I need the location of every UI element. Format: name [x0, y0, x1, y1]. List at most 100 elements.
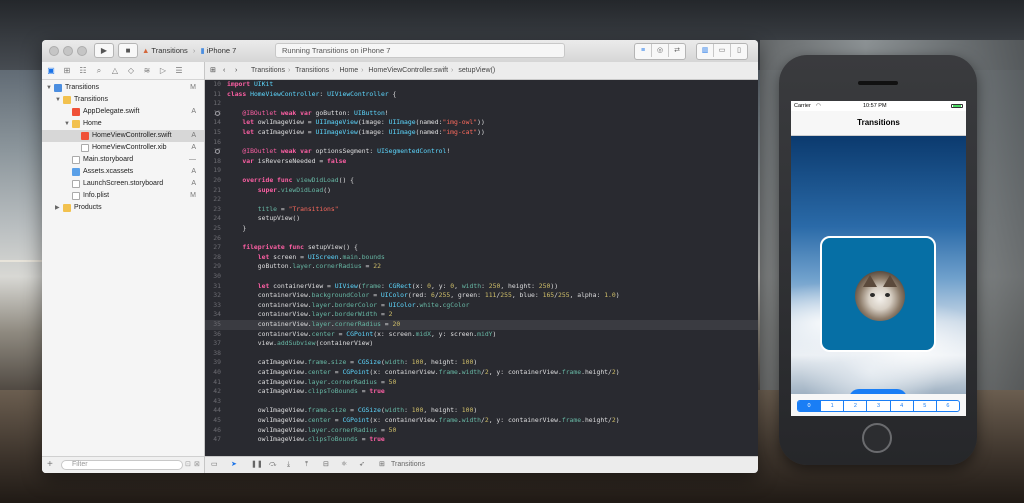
- step-over-icon[interactable]: ⤼: [269, 457, 276, 473]
- code-line[interactable]: 23 title = "Transitions": [205, 205, 758, 215]
- tree-row[interactable]: Main.storyboard —: [42, 154, 204, 166]
- code-line[interactable]: 36 containerView.center = CGPoint(x: scr…: [205, 330, 758, 340]
- code-line[interactable]: 22: [205, 195, 758, 205]
- tree-row[interactable]: ▶ Products: [42, 202, 204, 214]
- segment-6[interactable]: 6: [937, 401, 959, 411]
- breadcrumb-project[interactable]: Transitions: [251, 67, 285, 74]
- recent-files-icon[interactable]: ⊡: [185, 457, 191, 473]
- breadcrumb-folder[interactable]: Home: [339, 67, 358, 74]
- assistant-editor-icon[interactable]: ◎: [652, 44, 669, 57]
- tree-row[interactable]: ▼ Home: [42, 118, 204, 130]
- tree-row[interactable]: Assets.xcassets A: [42, 166, 204, 178]
- standard-editor-icon[interactable]: ≡: [635, 44, 652, 57]
- code-line[interactable]: 33 containerView.layer.borderColor = UIC…: [205, 301, 758, 311]
- code-line[interactable]: 16: [205, 138, 758, 148]
- minimize-window-button[interactable]: [63, 46, 73, 56]
- source-control-icon[interactable]: ⊞: [62, 66, 72, 75]
- code-line[interactable]: 37 view.addSubview(containerView): [205, 339, 758, 349]
- segment-3[interactable]: 3: [867, 401, 891, 411]
- code-line[interactable]: 19: [205, 166, 758, 176]
- segment-4[interactable]: 4: [891, 401, 914, 411]
- code-line[interactable]: 42 catImageView.clipsToBounds = true: [205, 387, 758, 397]
- step-out-icon[interactable]: ⤒: [305, 457, 308, 473]
- segment-0[interactable]: 0: [798, 401, 822, 411]
- breakpoints-toggle-icon[interactable]: ➤: [231, 457, 237, 473]
- code-line[interactable]: 26: [205, 234, 758, 244]
- forward-icon[interactable]: ›: [235, 62, 237, 79]
- code-line[interactable]: 10 import UIKit: [205, 80, 758, 90]
- debug-area-toggle-icon[interactable]: ▭: [714, 44, 731, 57]
- code-line[interactable]: 28 let screen = UIScreen.main.bounds: [205, 253, 758, 263]
- code-line[interactable]: 25 }: [205, 224, 758, 234]
- step-in-icon[interactable]: ⤓: [287, 457, 290, 473]
- code-line[interactable]: 21 super.viewDidLoad(): [205, 186, 758, 196]
- code-line[interactable]: 30: [205, 272, 758, 282]
- navigator-toggle-icon[interactable]: ▥: [697, 44, 714, 57]
- code-line[interactable]: 47 owlImageView.clipsToBounds = true: [205, 435, 758, 445]
- code-line[interactable]: 24 setupView(): [205, 214, 758, 224]
- outlet-connection-icon[interactable]: [215, 110, 220, 116]
- zoom-window-button[interactable]: [77, 46, 87, 56]
- code-line[interactable]: 12: [205, 99, 758, 109]
- view-debugger-icon[interactable]: ⊟: [323, 457, 329, 473]
- editor-mode-control[interactable]: ≡ ◎ ⇄: [634, 43, 686, 60]
- search-icon[interactable]: ⌕: [94, 66, 104, 76]
- code-line[interactable]: 20 override func viewDidLoad() {: [205, 176, 758, 186]
- tree-row[interactable]: ▼ Transitions M: [42, 82, 204, 94]
- pause-icon[interactable]: ❚❚: [251, 457, 263, 473]
- memory-graph-icon[interactable]: ⚛: [341, 457, 347, 473]
- code-line[interactable]: 18 var isReverseNeeded = false: [205, 157, 758, 167]
- disclosure-open-icon[interactable]: ▼: [64, 118, 70, 130]
- report-icon[interactable]: ☰: [174, 66, 184, 75]
- disclosure-open-icon[interactable]: ▼: [55, 94, 61, 106]
- related-items-icon[interactable]: ⊞: [210, 62, 216, 79]
- segment-5[interactable]: 5: [914, 401, 937, 411]
- breakpoint-icon[interactable]: ▷: [158, 66, 168, 75]
- tree-row[interactable]: HomeViewController.swift A: [42, 130, 204, 142]
- code-line[interactable]: 13 @IBOutlet weak var goButton: UIButton…: [205, 109, 758, 119]
- code-line[interactable]: 29 goButton.layer.cornerRadius = 22: [205, 262, 758, 272]
- tree-row[interactable]: Info.plist M: [42, 190, 204, 202]
- code-line[interactable]: 45 owlImageView.center = CGPoint(x: cont…: [205, 416, 758, 426]
- home-button[interactable]: [862, 423, 892, 453]
- tree-row[interactable]: LaunchScreen.storyboard A: [42, 178, 204, 190]
- code-line[interactable]: 34 containerView.layer.borderWidth = 2: [205, 310, 758, 320]
- code-line[interactable]: 31 let containerView = UIView(frame: CGR…: [205, 282, 758, 292]
- code-line[interactable]: 35 containerView.layer.cornerRadius = 20: [205, 320, 758, 330]
- code-line[interactable]: 40 catImageView.center = CGPoint(x: cont…: [205, 368, 758, 378]
- version-editor-icon[interactable]: ⇄: [669, 44, 685, 57]
- code-line[interactable]: 41 catImageView.layer.cornerRadius = 50: [205, 378, 758, 388]
- code-line[interactable]: 32 containerView.backgroundColor = UICol…: [205, 291, 758, 301]
- utilities-toggle-icon[interactable]: ▯: [731, 44, 747, 57]
- panel-toggle-control[interactable]: ▥ ▭ ▯: [696, 43, 748, 60]
- code-line[interactable]: 27 fileprivate func setupView() {: [205, 243, 758, 253]
- breadcrumb-group[interactable]: Transitions: [295, 67, 329, 74]
- tree-row[interactable]: HomeViewController.xib A: [42, 142, 204, 154]
- run-button[interactable]: ▶: [94, 43, 114, 58]
- symbol-icon[interactable]: ☷: [78, 66, 88, 75]
- hide-debug-icon[interactable]: ▭: [211, 457, 218, 473]
- code-line[interactable]: 38: [205, 349, 758, 359]
- code-line[interactable]: 15 let catImageView = UIImageView(image:…: [205, 128, 758, 138]
- location-icon[interactable]: ➶: [359, 457, 365, 473]
- disclosure-open-icon[interactable]: ▼: [46, 82, 52, 94]
- segment-1[interactable]: 1: [821, 401, 845, 411]
- tree-row[interactable]: AppDelegate.swift A: [42, 106, 204, 118]
- options-segment[interactable]: 0123456: [797, 400, 960, 412]
- segment-2[interactable]: 2: [844, 401, 868, 411]
- breadcrumb-symbol[interactable]: setupView(): [458, 67, 495, 74]
- filter-input[interactable]: Filter: [61, 460, 183, 470]
- add-icon[interactable]: +: [47, 457, 53, 473]
- back-icon[interactable]: ‹: [223, 62, 225, 79]
- test-icon[interactable]: ◇: [126, 66, 136, 75]
- code-line[interactable]: 11 class HomeViewController: UIViewContro…: [205, 90, 758, 100]
- code-line[interactable]: 17 @IBOutlet weak var optionsSegment: UI…: [205, 147, 758, 157]
- close-window-button[interactable]: [49, 46, 59, 56]
- stop-button[interactable]: ■: [118, 43, 138, 58]
- code-line[interactable]: 44 owlImageView.frame.size = CGSize(widt…: [205, 406, 758, 416]
- debug-icon[interactable]: ≋: [142, 66, 152, 75]
- scheme-selector[interactable]: ▲ Transitions › ▮ iPhone 7: [142, 43, 236, 58]
- code-line[interactable]: 46 owlImageView.layer.cornerRadius = 50: [205, 426, 758, 436]
- modified-files-icon[interactable]: ⊠: [194, 457, 200, 473]
- code-line[interactable]: 39 catImageView.frame.size = CGSize(widt…: [205, 358, 758, 368]
